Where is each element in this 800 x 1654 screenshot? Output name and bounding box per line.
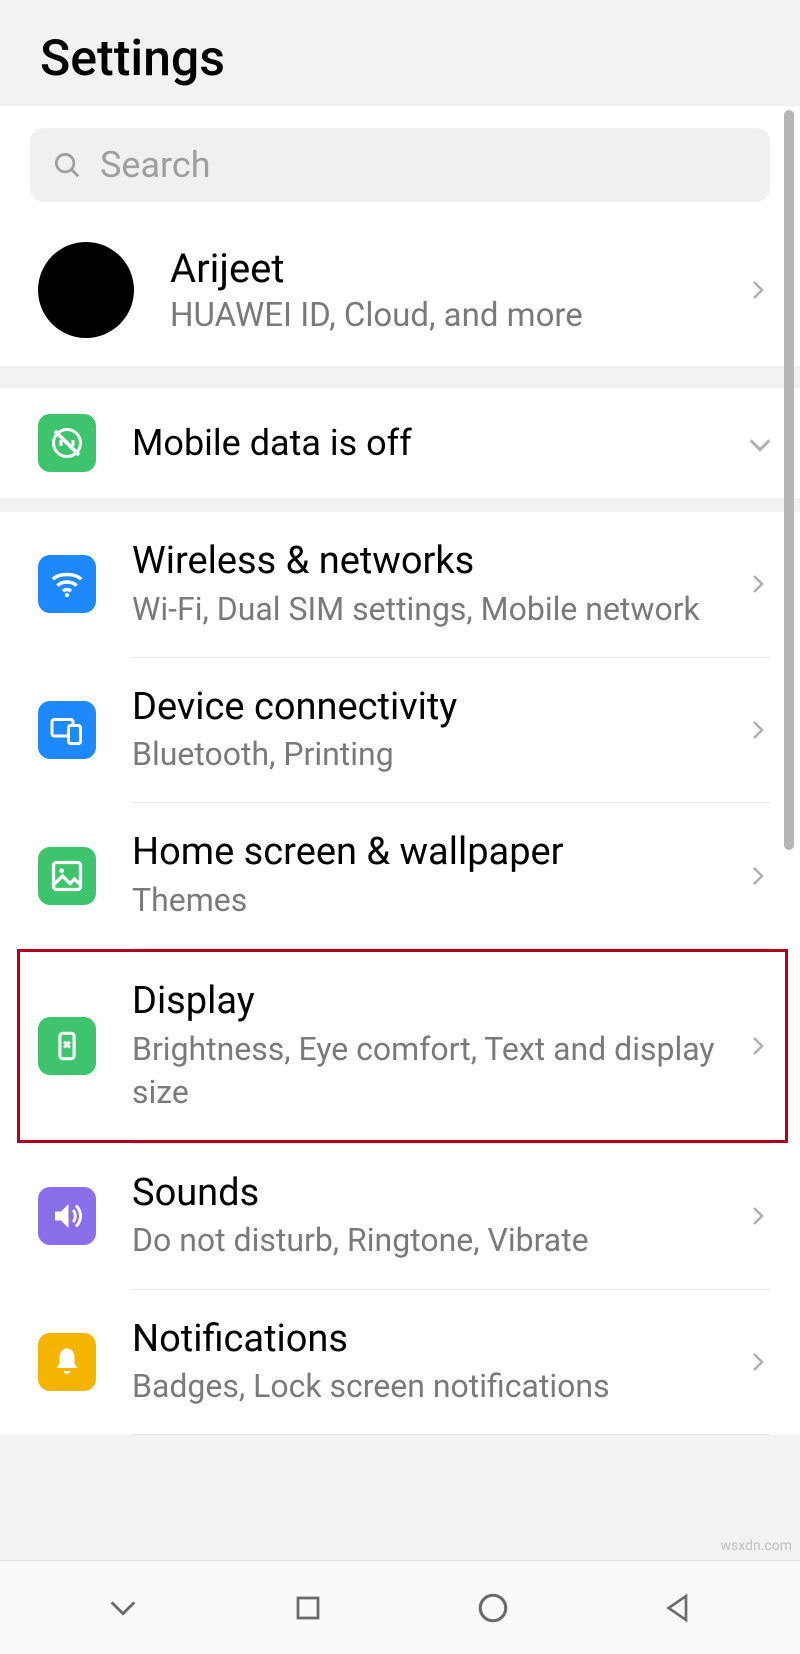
navigation-bar (0, 1560, 800, 1654)
nav-home-button[interactable] (471, 1586, 515, 1630)
item-text: Display Brightness, Eye comfort, Text an… (132, 978, 736, 1114)
chevron-right-icon (746, 1350, 770, 1374)
item-subtitle: Themes (132, 879, 726, 922)
page-title: Settings (40, 30, 760, 88)
chevron-down-icon (746, 431, 770, 455)
search-placeholder: Search (100, 144, 211, 186)
search-icon (52, 150, 82, 180)
mobile-data-label: Mobile data is off (132, 422, 736, 464)
item-subtitle: Wi-Fi, Dual SIM settings, Mobile network (132, 588, 726, 631)
chevron-right-icon (746, 718, 770, 742)
chevron-right-icon (746, 1204, 770, 1228)
search-input[interactable]: Search (30, 128, 770, 202)
header: Settings (0, 0, 800, 106)
mobile-data-icon (38, 414, 96, 472)
item-text: Sounds Do not disturb, Ringtone, Vibrate (132, 1170, 736, 1263)
chevron-right-icon (746, 278, 770, 302)
item-text: Home screen & wallpaper Themes (132, 829, 736, 922)
section-gap (0, 366, 800, 388)
search-wrapper: Search (0, 106, 800, 220)
avatar (38, 242, 134, 338)
section-gap (0, 498, 800, 512)
settings-item-device-connectivity[interactable]: Device connectivity Bluetooth, Printing (0, 658, 800, 803)
item-title: Device connectivity (132, 684, 726, 732)
item-text: Device connectivity Bluetooth, Printing (132, 684, 736, 777)
settings-item-home-screen[interactable]: Home screen & wallpaper Themes (0, 803, 800, 948)
item-title: Notifications (132, 1316, 726, 1364)
settings-item-sounds[interactable]: Sounds Do not disturb, Ringtone, Vibrate (0, 1144, 800, 1289)
item-text: Wireless & networks Wi-Fi, Dual SIM sett… (132, 538, 736, 631)
settings-item-wireless[interactable]: Wireless & networks Wi-Fi, Dual SIM sett… (0, 512, 800, 657)
watermark: wsxdn.com (721, 1538, 792, 1554)
account-name: Arijeet (170, 245, 736, 292)
chevron-right-icon (746, 864, 770, 888)
account-row[interactable]: Arijeet HUAWEI ID, Cloud, and more (0, 220, 800, 366)
item-title: Wireless & networks (132, 538, 726, 586)
settings-item-notifications[interactable]: Notifications Badges, Lock screen notifi… (0, 1290, 800, 1435)
chevron-right-icon (746, 1034, 770, 1058)
wallpaper-icon (38, 847, 96, 905)
scrollbar[interactable] (784, 110, 794, 850)
display-icon (38, 1017, 96, 1075)
account-text: Arijeet HUAWEI ID, Cloud, and more (170, 245, 736, 335)
item-subtitle: Bluetooth, Printing (132, 733, 726, 776)
item-title: Sounds (132, 1170, 726, 1218)
bell-icon (38, 1333, 96, 1391)
settings-list: Wireless & networks Wi-Fi, Dual SIM sett… (0, 512, 800, 1435)
sound-icon (38, 1187, 96, 1245)
item-text: Notifications Badges, Lock screen notifi… (132, 1316, 736, 1409)
nav-hide-button[interactable] (101, 1586, 145, 1630)
devices-icon (38, 701, 96, 759)
item-subtitle: Do not disturb, Ringtone, Vibrate (132, 1219, 726, 1262)
item-subtitle: Brightness, Eye comfort, Text and displa… (132, 1028, 726, 1114)
nav-back-button[interactable] (656, 1586, 700, 1630)
nav-recents-button[interactable] (286, 1586, 330, 1630)
wifi-icon (38, 555, 96, 613)
item-title: Display (132, 978, 726, 1026)
divider (132, 1434, 770, 1435)
content: Search Arijeet HUAWEI ID, Cloud, and mor… (0, 106, 800, 1435)
item-subtitle: Badges, Lock screen notifications (132, 1365, 726, 1408)
item-title: Home screen & wallpaper (132, 829, 726, 877)
mobile-data-row[interactable]: Mobile data is off (0, 388, 800, 498)
settings-item-display[interactable]: Display Brightness, Eye comfort, Text an… (17, 949, 788, 1143)
chevron-right-icon (746, 572, 770, 596)
account-subtitle: HUAWEI ID, Cloud, and more (170, 296, 736, 335)
